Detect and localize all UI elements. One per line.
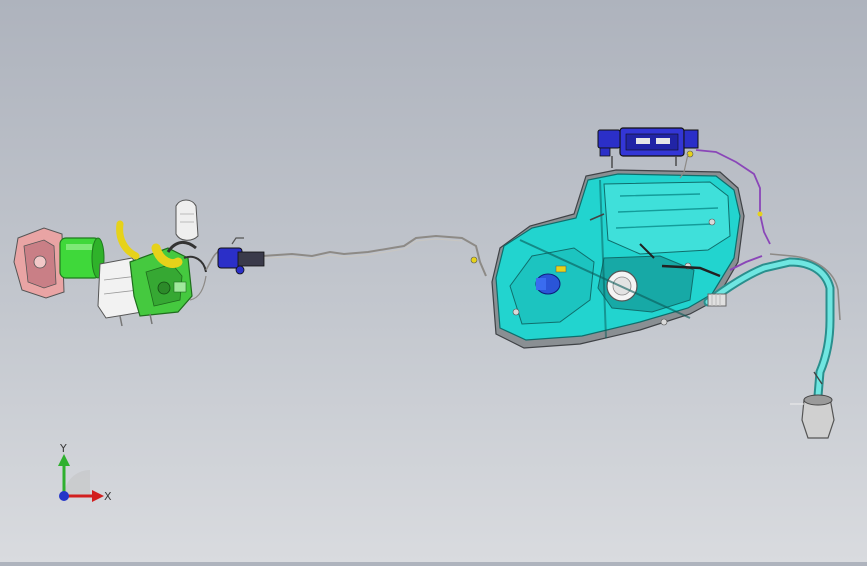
x-axis-label: X (104, 490, 112, 503)
carbon-canister[interactable] (597, 127, 699, 168)
z-axis-dot (59, 491, 69, 501)
filler-neck[interactable] (703, 253, 841, 439)
engine-assembly[interactable] (13, 199, 207, 327)
coordinate-triad: Y X (58, 442, 112, 503)
cad-graphics-viewport[interactable]: Y X (0, 0, 867, 562)
fuel-pump[interactable] (217, 237, 265, 275)
assembly-model: Y X (13, 127, 841, 503)
fuel-tank[interactable] (491, 169, 745, 349)
y-axis-label: Y (59, 442, 67, 455)
